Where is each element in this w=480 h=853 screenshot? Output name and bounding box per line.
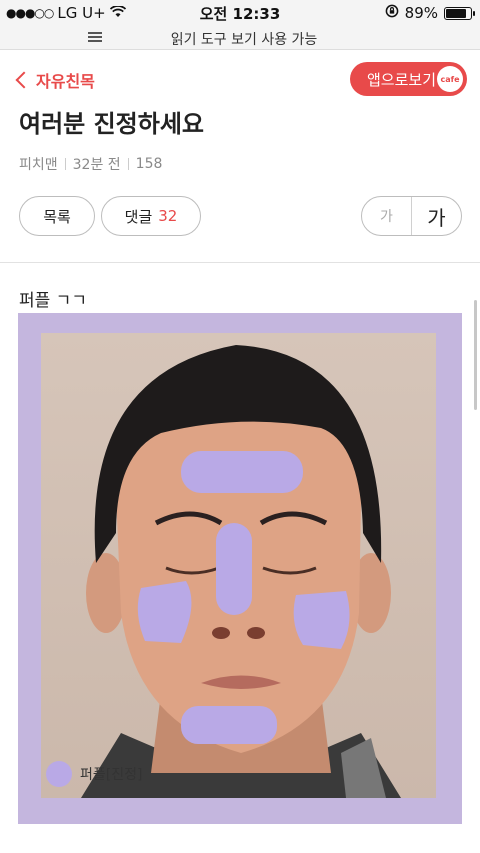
image-caption: 퍼플[진정]: [46, 761, 142, 787]
status-right: 89%: [385, 4, 475, 22]
list-button-label: 목록: [43, 207, 71, 226]
purple-dot-icon: [46, 761, 72, 787]
list-button[interactable]: 목록: [19, 196, 95, 236]
font-small-button[interactable]: 가: [362, 197, 412, 235]
caption-text: 퍼플[진정]: [80, 767, 143, 783]
author-name[interactable]: 피치맨: [19, 154, 58, 174]
comment-count: 32: [158, 207, 178, 225]
post-image[interactable]: 퍼플[진정]: [18, 313, 462, 824]
post-time: 32분 전: [72, 157, 121, 173]
scrollbar[interactable]: [474, 300, 477, 410]
chevron-left-icon: [15, 71, 33, 89]
rotation-lock-icon: [385, 4, 399, 22]
post-body: 퍼플 ㄱㄱ: [19, 291, 87, 311]
back-label: 자유친목: [36, 72, 95, 91]
comment-button[interactable]: 댓글 32: [101, 196, 201, 236]
meta-divider: [64, 158, 66, 170]
font-large-button[interactable]: 가: [412, 197, 461, 235]
battery-icon: [444, 6, 475, 20]
divider: [0, 262, 480, 263]
cafe-logo-icon: cafe: [437, 66, 463, 92]
reader-mode-bar[interactable]: 읽기 도구 보기 사용 가능: [0, 26, 480, 50]
post-meta: 피치맨 32분 전 158: [19, 154, 162, 174]
meta-divider: [127, 158, 129, 170]
status-bar: ●●●○○ LG U+ 오전 12:33 89%: [0, 0, 480, 26]
header: 자유친목 앱으로보기 cafe: [0, 51, 480, 107]
comment-label: 댓글: [124, 207, 153, 226]
open-app-button[interactable]: 앱으로보기 cafe: [350, 62, 467, 96]
post-title: 여러분 진정하세요: [19, 110, 204, 138]
open-app-label: 앱으로보기: [367, 70, 437, 89]
back-button[interactable]: 자유친목: [15, 68, 95, 92]
battery-percent: 89%: [404, 4, 438, 22]
photo: 퍼플[진정]: [41, 333, 436, 798]
portrait-illustration: [81, 345, 401, 798]
font-size-toggle: 가 가: [361, 196, 462, 236]
view-count: 158: [135, 156, 163, 172]
reader-text: 읽기 도구 보기 사용 가능: [170, 32, 318, 48]
